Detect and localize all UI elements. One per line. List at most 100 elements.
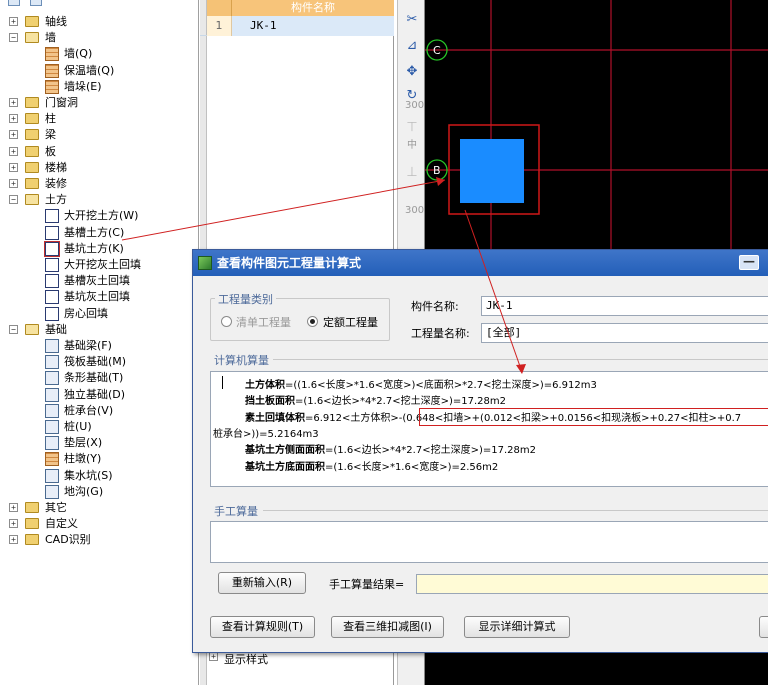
room-fill-icon (45, 306, 59, 321)
tree-item[interactable]: 房心回填 (0, 306, 198, 322)
collapse-minus-icon[interactable]: − (9, 324, 18, 334)
radio-list-label[interactable]: 清单工程量 (236, 314, 291, 330)
tree-item[interactable]: 基坑灰土回填 (0, 289, 198, 305)
computer-calc-textbox[interactable]: 土方体积=((1.6<长度>*1.6<宽度>)<底面积>*2.7<挖土深度>)=… (210, 371, 768, 487)
expand-plus-icon[interactable]: + (9, 114, 18, 124)
minimize-button[interactable]: — (739, 255, 759, 270)
dialog-title-bar[interactable]: 查看构件图元工程量计算式 — (193, 250, 768, 276)
partial-button[interactable] (759, 616, 768, 638)
tree-category[interactable]: + 轴线 (0, 14, 198, 30)
manual-calc-divider (263, 510, 768, 511)
expand-plus-icon[interactable]: + (9, 146, 18, 156)
folder-icon (25, 534, 39, 546)
tree-item[interactable]: 基础梁(F) (0, 338, 198, 354)
tree-item[interactable]: 大开挖灰土回填 (0, 257, 198, 273)
expand-plus-icon[interactable]: + (9, 130, 18, 140)
tree-item-label: 基槽灰土回填 (64, 274, 130, 288)
tree-category[interactable]: + CAD识别 (0, 532, 198, 548)
tree-item[interactable]: 保温墙(Q) (0, 63, 198, 79)
calc-line-2: 挡土板面积=(1.6<边长>*4*2.7<挖土深度>)=17.28m2 (245, 396, 506, 407)
tree-item[interactable]: 墙垛(E) (0, 79, 198, 95)
tree-category[interactable]: + 装修 (0, 176, 198, 192)
tree-add-icon[interactable] (8, 0, 20, 6)
tree-item[interactable]: 基坑土方(K) (0, 240, 198, 257)
tree-category[interactable]: + 柱 (0, 111, 198, 127)
grid-column-name-header[interactable]: 构件名称 (232, 0, 394, 16)
radio-list-quantity[interactable] (221, 316, 232, 327)
raft-icon (45, 355, 59, 370)
property-label: 显示样式 (224, 653, 268, 666)
trim-icon[interactable]: ⊥ (404, 165, 420, 181)
folder-icon (25, 129, 39, 141)
tree-item[interactable]: 大开挖土方(W) (0, 208, 198, 224)
show-detail-formula-button[interactable]: 显示详细计算式 (464, 616, 570, 638)
collapse-minus-icon[interactable]: − (9, 195, 18, 205)
tree-item[interactable]: 基槽土方(C) (0, 225, 198, 241)
expand-plus-icon[interactable]: + (9, 535, 18, 545)
computer-calc-title: 计算机算量 (211, 352, 272, 368)
expand-plus-icon[interactable]: + (9, 503, 18, 512)
expand-plus-icon[interactable]: + (9, 519, 18, 529)
tree-item[interactable]: 独立基础(D) (0, 387, 198, 403)
tree-category[interactable]: − 土方 (0, 192, 198, 208)
tree-item-label: 房心回填 (64, 306, 108, 320)
quantity-name-select[interactable]: [全部] (481, 323, 768, 343)
mirror-icon[interactable]: ⊿ (404, 38, 420, 54)
pit-icon (44, 240, 60, 257)
move-icon[interactable]: ✥ (404, 64, 420, 80)
tree-item-label: 大开挖土方(W) (64, 209, 139, 223)
tree-item[interactable]: 墙(Q) (0, 46, 198, 62)
tree-category[interactable]: + 其它 (0, 500, 198, 516)
expand-plus-icon[interactable]: + (9, 179, 18, 188)
radio-quota-quantity[interactable] (307, 316, 318, 327)
scissors-icon[interactable]: ✂ (404, 12, 420, 28)
expand-plus-icon[interactable]: + (9, 162, 18, 172)
tree-category[interactable]: − 基础 (0, 322, 198, 338)
expand-plus-icon[interactable]: + (209, 652, 218, 661)
tree-item-label: 基槽土方(C) (64, 225, 125, 239)
view-3d-deduction-button[interactable]: 查看三维扣减图(I) (331, 616, 444, 638)
tree-category[interactable]: + 自定义 (0, 516, 198, 532)
tree-item-label: 桩(U) (64, 420, 92, 433)
expand-plus-icon[interactable]: + (9, 98, 18, 107)
pit-component[interactable] (460, 139, 524, 203)
tree-category[interactable]: + 门窗洞 (0, 95, 198, 111)
manual-calc-textbox[interactable] (210, 521, 768, 563)
extend-icon[interactable]: ⊤ (404, 120, 420, 136)
radio-quota-label[interactable]: 定额工程量 (323, 314, 378, 330)
tree-category-label: 自定义 (45, 517, 78, 531)
component-name-label: 构件名称: (411, 300, 459, 313)
folder-icon (25, 145, 39, 157)
manual-result-label: 手工算量结果= (329, 578, 405, 591)
tree-category[interactable]: + 楼梯 (0, 160, 198, 176)
reinput-button[interactable]: 重新输入(R) (218, 572, 306, 594)
folder-icon (25, 502, 39, 513)
quantity-formula-dialog: 查看构件图元工程量计算式 — 工程量类别 清单工程量 定额工程量 构件名称: J… (192, 249, 768, 653)
tree-item[interactable]: 地沟(G) (0, 484, 198, 500)
expand-plus-icon[interactable]: + (9, 17, 18, 26)
tree-item[interactable]: 垫层(X) (0, 435, 198, 451)
manual-result-field[interactable] (416, 574, 768, 594)
tree-category-label: 土方 (45, 193, 67, 207)
tree-item[interactable]: 条形基础(T) (0, 370, 198, 386)
folder-icon (25, 161, 39, 173)
cushion-icon (45, 436, 59, 451)
tree-item-label: 保温墙(Q) (64, 63, 115, 77)
tree-item[interactable]: 桩承台(V) (0, 403, 198, 419)
tree-item[interactable]: 基槽灰土回填 (0, 273, 198, 289)
tree-category[interactable]: + 梁 (0, 127, 198, 143)
component-name-cell[interactable]: JK-1 (232, 16, 394, 36)
collapse-minus-icon[interactable]: − (9, 33, 18, 43)
tree-category[interactable]: − 墙 (0, 30, 198, 46)
tree-item[interactable]: 柱墩(Y) (0, 451, 198, 467)
tree-category[interactable]: + 板 (0, 144, 198, 160)
tree-item-label: 大开挖灰土回填 (64, 258, 141, 271)
tree-item[interactable]: 筏板基础(M) (0, 354, 198, 370)
axis-label-c: C (433, 44, 441, 57)
table-row[interactable]: 1 JK-1 (200, 16, 394, 36)
tree-item[interactable]: 桩(U) (0, 419, 198, 435)
tree-delete-icon[interactable] (30, 0, 42, 6)
view-calc-rules-button[interactable]: 查看计算规则(T) (210, 616, 315, 638)
tree-item[interactable]: 集水坑(S) (0, 468, 198, 484)
component-name-field[interactable]: JK-1 (481, 296, 768, 316)
